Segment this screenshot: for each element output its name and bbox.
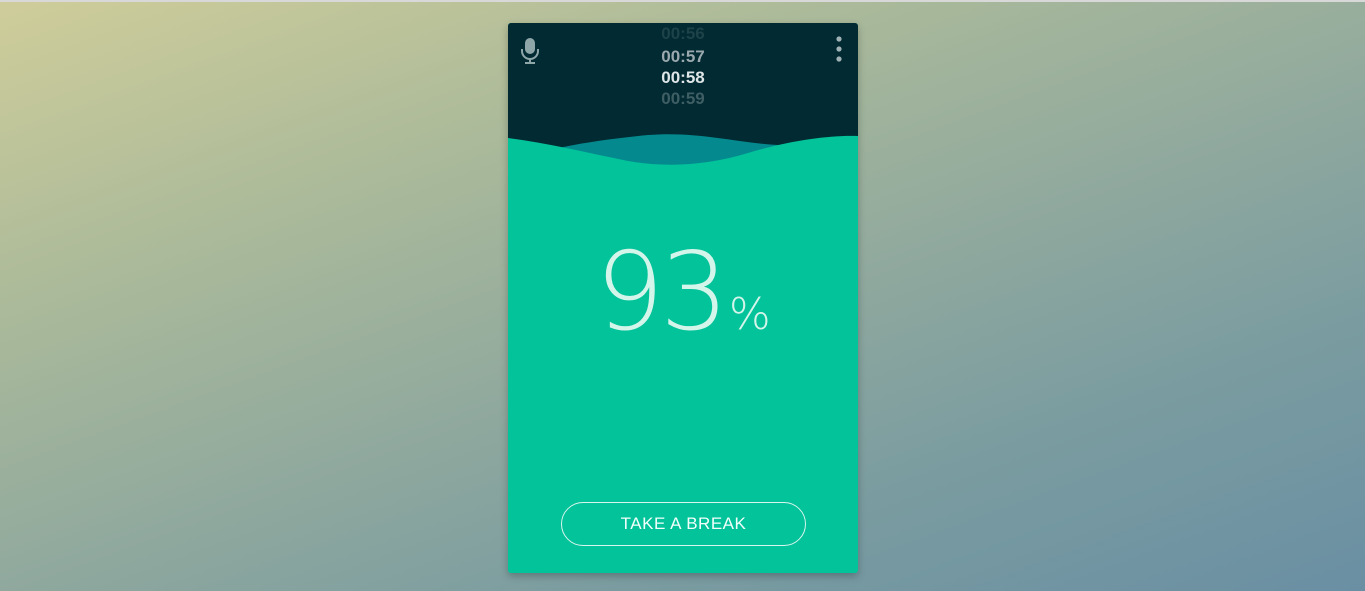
timer-item: 00:56: [661, 24, 705, 43]
progress-unit: %: [728, 289, 771, 340]
take-a-break-button[interactable]: TAKE A BREAK: [561, 502, 806, 546]
water-wave: [508, 134, 858, 193]
timer-scroller[interactable]: 00:56 00:57 00:58 00:59: [633, 23, 733, 111]
timer-item-current: 00:58: [661, 68, 705, 87]
timer-card: 00:56 00:57 00:58 00:59 93% TAKE A BREAK: [508, 23, 858, 573]
microphone-icon[interactable]: [520, 37, 540, 65]
timer-item: 00:57: [661, 47, 705, 66]
progress-display: 93%: [508, 233, 858, 353]
progress-value: 93: [595, 230, 728, 355]
window-top-border: [0, 0, 1365, 2]
more-vertical-icon[interactable]: [830, 35, 848, 65]
timer-item: 00:59: [661, 89, 705, 108]
